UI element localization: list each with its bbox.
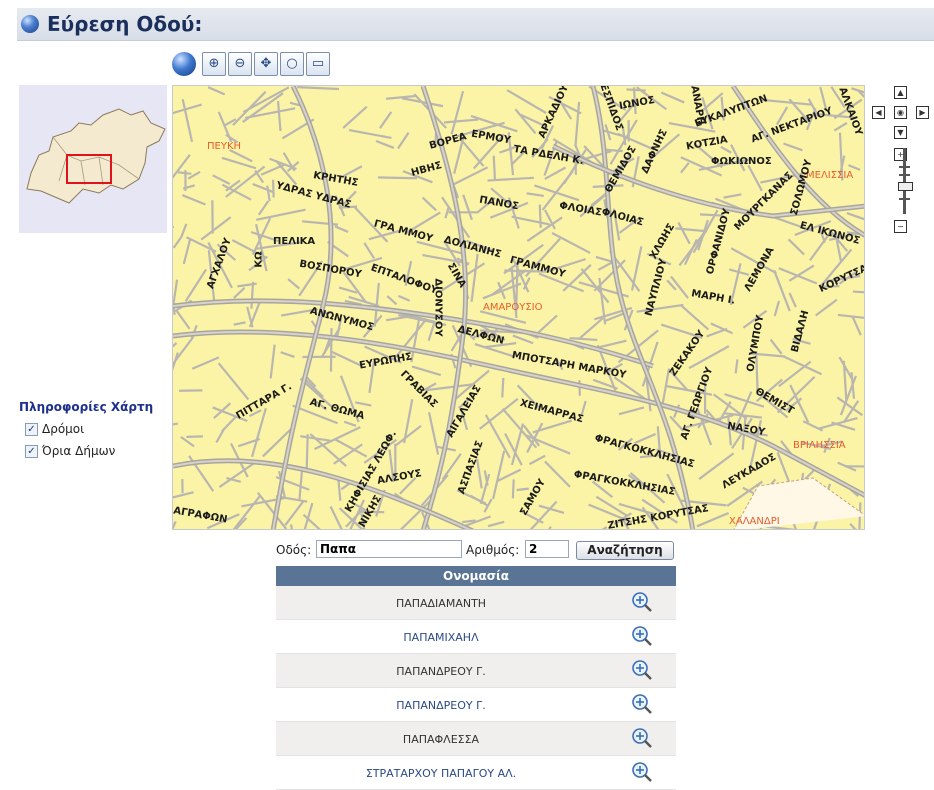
street-label: ΠΕΛΙΚΑ bbox=[273, 236, 315, 247]
zoom-to-icon[interactable] bbox=[631, 625, 653, 647]
layer-label: Όρια Δήμων bbox=[42, 444, 115, 458]
street-name: ΠΑΠΑΝΔΡΕΟΥ Γ. bbox=[276, 699, 606, 712]
zoom-tick bbox=[899, 166, 910, 168]
street-input[interactable] bbox=[316, 540, 462, 558]
pan-zoom-control: ▲ ◀ ◉ ▶ ▼ + − bbox=[872, 86, 932, 236]
street-label: ΚΩ bbox=[254, 251, 265, 267]
table-row[interactable]: ΠΑΠΑΜΙΧΑΗΛ bbox=[276, 620, 676, 654]
globe-icon bbox=[21, 15, 39, 33]
pan-right-icon[interactable]: ▶ bbox=[916, 106, 929, 119]
street-name: ΠΑΠΑΝΔΡΕΟΥ Γ. bbox=[276, 665, 606, 678]
municipality-label: ΧΑΛΑΝΔΡΙ bbox=[729, 516, 780, 527]
street-name: ΠΑΠΑΔΙΑΜΑΝΤΗ bbox=[276, 597, 606, 610]
municipality-label: ΑΜΑΡΟΥΣΙΟ bbox=[483, 302, 542, 313]
search-button[interactable]: Αναζήτηση bbox=[576, 541, 674, 560]
measure-icon[interactable]: ▭ bbox=[306, 52, 330, 76]
table-row[interactable]: ΠΑΠΑΔΙΑΜΑΝΤΗ bbox=[276, 586, 676, 620]
zoom-minus-icon[interactable]: − bbox=[894, 220, 907, 233]
zoom-out-icon[interactable]: ⊖ bbox=[228, 52, 252, 76]
page-title: Εύρεση Οδού: bbox=[47, 12, 202, 36]
results-header: Ονομασία bbox=[276, 566, 676, 586]
layer-boundaries[interactable]: ✓ Όρια Δήμων bbox=[25, 444, 169, 458]
zoom-to-icon[interactable] bbox=[631, 591, 653, 613]
map-info-panel: Πληροφορίες Χάρτη ✓ Δρόμοι ✓ Όρια Δήμων bbox=[19, 400, 169, 458]
magnifier-icon[interactable]: ○ bbox=[280, 52, 304, 76]
table-row[interactable]: ΠΑΠΑΝΔΡΕΟΥ Γ. bbox=[276, 688, 676, 722]
street-label-text: Οδός: bbox=[276, 543, 311, 557]
map-info-title: Πληροφορίες Χάρτη bbox=[19, 400, 169, 414]
zoom-slider-knob[interactable] bbox=[898, 182, 913, 191]
zoom-to-icon[interactable] bbox=[631, 727, 653, 749]
street-name: ΠΑΠΑΜΙΧΑΗΛ bbox=[276, 631, 606, 644]
zoom-to-icon[interactable] bbox=[631, 659, 653, 681]
municipality-label: ΒΡΙΛΗΣΣΙΑ bbox=[793, 440, 846, 451]
street-label: ΦΩΚΙΩΝΟΣ bbox=[711, 156, 772, 167]
overview-shape bbox=[19, 85, 167, 233]
results-table: Ονομασία ΠΑΠΑΔΙΑΜΑΝΤΗ ΠΑΠΑΜΙΧΑΗΛ ΠΑΠΑΝΔΡ… bbox=[276, 566, 676, 790]
zoom-slider-track[interactable] bbox=[903, 148, 906, 214]
table-row[interactable]: ΣΤΡΑΤΑΡΧΟΥ ΠΑΠΑΓΟΥ ΑΛ. bbox=[276, 756, 676, 790]
zoom-in-icon[interactable]: ⊕ bbox=[202, 52, 226, 76]
street-map[interactable]: ΠΕΥΚΗ ΜΕΛΙΣΣΙΑ ΑΜΑΡΟΥΣΙΟ ΒΡΙΛΗΣΣΙΑ ΧΑΛΑΝ… bbox=[172, 85, 865, 530]
table-row[interactable]: ΠΑΠΑΦΛΕΣΣΑ bbox=[276, 722, 676, 756]
street-name: ΠΑΠΑΦΛΕΣΣΑ bbox=[276, 733, 606, 746]
layer-roads[interactable]: ✓ Δρόμοι bbox=[25, 422, 169, 436]
number-label-text: Αριθμός: bbox=[466, 543, 519, 557]
municipality-label: ΠΕΥΚΗ bbox=[207, 141, 241, 152]
overview-map[interactable] bbox=[19, 85, 167, 233]
pan-down-icon[interactable]: ▼ bbox=[894, 126, 907, 139]
municipality-label: ΜΕΛΙΣΣΙΑ bbox=[806, 170, 853, 181]
checkbox-icon[interactable]: ✓ bbox=[25, 423, 38, 436]
number-input[interactable] bbox=[525, 540, 569, 558]
street-label: ΔΙΟΝΥΣΟΥ bbox=[433, 278, 444, 336]
pan-icon[interactable]: ✥ bbox=[254, 52, 278, 76]
pan-up-icon[interactable]: ▲ bbox=[894, 86, 907, 99]
full-extent-icon[interactable] bbox=[172, 52, 196, 76]
table-row[interactable]: ΠΑΠΑΝΔΡΕΟΥ Γ. bbox=[276, 654, 676, 688]
layer-label: Δρόμοι bbox=[42, 422, 84, 436]
zoom-to-icon[interactable] bbox=[631, 693, 653, 715]
pan-center-icon[interactable]: ◉ bbox=[894, 106, 907, 119]
page-header: Εύρεση Οδού: bbox=[17, 8, 934, 41]
zoom-to-icon[interactable] bbox=[631, 761, 653, 783]
zoom-tick bbox=[899, 198, 910, 200]
pan-left-icon[interactable]: ◀ bbox=[872, 106, 885, 119]
zoom-tick bbox=[899, 174, 910, 176]
checkbox-icon[interactable]: ✓ bbox=[25, 445, 38, 458]
